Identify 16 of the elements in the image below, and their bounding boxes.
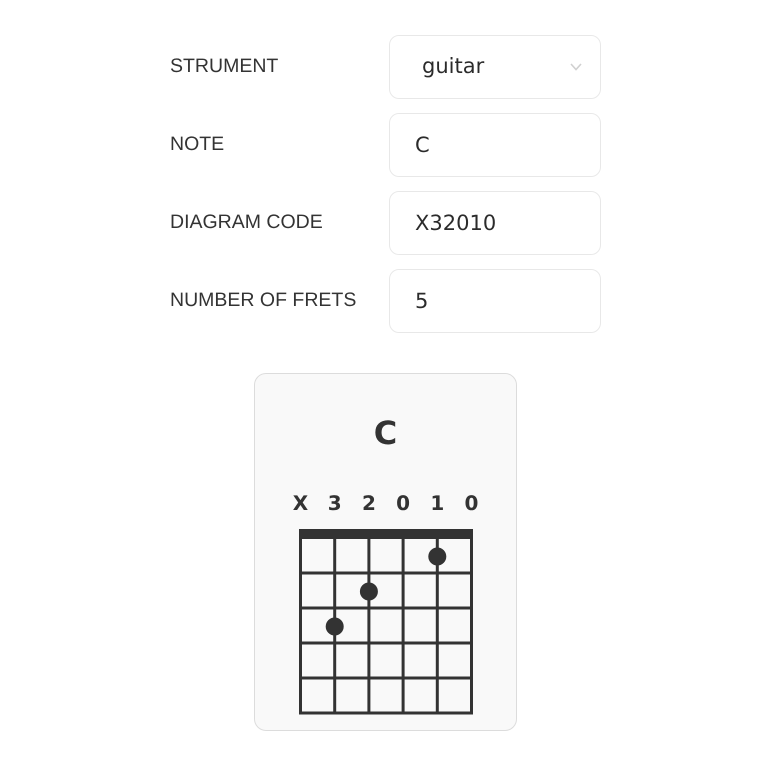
input-field[interactable]: 5 (389, 269, 601, 333)
string-label: 0 (396, 491, 410, 515)
string-label: 3 (327, 491, 342, 515)
chord-title: C (374, 414, 398, 452)
field-label: STRUMENT (170, 54, 280, 80)
input-field[interactable]: X32010 (389, 191, 601, 255)
input-field[interactable]: C (389, 113, 601, 177)
field-label: NOTE (170, 132, 226, 158)
field-label: NUMBER OF FRETS (170, 288, 358, 314)
string-label: 2 (361, 491, 376, 515)
string-label: 0 (464, 491, 478, 515)
chevron-down-icon (570, 63, 582, 71)
string-label: X (292, 491, 308, 515)
instrument-select[interactable]: guitar (389, 35, 601, 99)
field-label: DIAGRAM CODE (170, 210, 324, 236)
string-label: 1 (430, 491, 444, 515)
